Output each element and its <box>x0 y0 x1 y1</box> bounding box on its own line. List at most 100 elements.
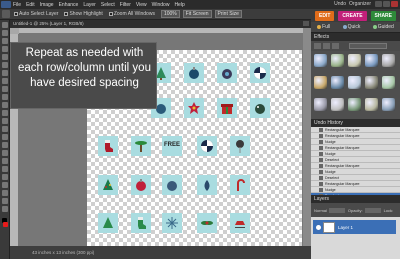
zoom-tool-icon[interactable] <box>2 10 10 18</box>
zoom-tool-icon[interactable] <box>1 30 8 36</box>
background-color-swatch[interactable] <box>3 222 8 227</box>
smart-brush-tool-icon[interactable] <box>1 158 8 164</box>
menu-help[interactable]: Help <box>174 2 184 8</box>
red-eye-tool-icon[interactable] <box>1 118 8 124</box>
tab-quick[interactable]: Quick <box>342 24 360 30</box>
tile-bauble-6[interactable] <box>162 175 182 195</box>
layers-panel-header[interactable]: Layers <box>311 195 400 203</box>
menu-file[interactable]: File <box>13 2 21 8</box>
effect-thumbnail[interactable] <box>348 76 361 89</box>
undo-button[interactable]: Undo <box>334 1 346 7</box>
minimize-icon[interactable] <box>375 1 382 7</box>
effects-category-select[interactable] <box>349 43 387 49</box>
close-icon[interactable] <box>303 21 309 26</box>
tile-tree-2[interactable] <box>98 175 118 195</box>
layer-row[interactable]: Layer 1 <box>313 220 396 234</box>
effect-thumbnail[interactable] <box>348 98 361 111</box>
effect-thumbnail[interactable] <box>314 54 327 67</box>
100-percent-button[interactable]: 100% <box>160 10 180 18</box>
tile-palm-tree[interactable] <box>131 136 151 156</box>
tab-guided[interactable]: Guided <box>372 24 394 30</box>
tile-holly[interactable] <box>197 213 217 233</box>
blur-tool-icon[interactable] <box>1 190 8 196</box>
healing-brush-tool-icon[interactable] <box>1 126 8 132</box>
effect-thumbnail[interactable] <box>382 76 395 89</box>
undo-history-header[interactable]: Undo History <box>311 119 400 127</box>
eye-icon[interactable] <box>316 224 321 230</box>
tile-stocking[interactable] <box>98 136 118 156</box>
opacity-field[interactable] <box>364 207 381 213</box>
tab-share[interactable]: SHARE <box>370 10 397 21</box>
effect-thumbnail[interactable] <box>382 98 395 111</box>
tile-tree-3[interactable] <box>98 213 118 233</box>
shape-tool-icon[interactable] <box>1 182 8 188</box>
straighten-tool-icon[interactable] <box>1 110 8 116</box>
zoom-all-option[interactable]: Zoom All Windows <box>108 11 155 17</box>
vertical-scrollbar[interactable] <box>303 28 311 246</box>
fit-screen-button[interactable]: Fit Screen <box>182 10 212 18</box>
effect-thumbnail[interactable] <box>348 54 361 67</box>
sponge-tool-icon[interactable] <box>1 198 8 204</box>
close-icon[interactable] <box>391 1 398 7</box>
cookie-cutter-tool-icon[interactable] <box>1 102 8 108</box>
organizer-button[interactable]: Organizer <box>349 1 371 7</box>
tile-candy-cane[interactable] <box>230 175 250 195</box>
show-highlight-option[interactable]: Show Highlight <box>64 11 103 17</box>
tile-snowflake[interactable] <box>162 213 182 233</box>
menu-layer[interactable]: Layer <box>83 2 96 8</box>
pencil-tool-icon[interactable] <box>1 206 8 212</box>
tile-bauble[interactable] <box>184 63 204 83</box>
effect-thumbnail[interactable] <box>382 54 395 67</box>
effect-thumbnail[interactable] <box>331 54 344 67</box>
checkbox-icon[interactable] <box>14 12 18 16</box>
filters-icon[interactable] <box>314 43 321 49</box>
paint-bucket-tool-icon[interactable] <box>1 166 8 172</box>
tile-bauble-2[interactable] <box>217 63 237 83</box>
gradient-tool-icon[interactable] <box>1 174 8 180</box>
tile-present[interactable] <box>217 98 237 118</box>
eyedropper-tool-icon[interactable] <box>1 46 8 52</box>
maximize-icon[interactable] <box>383 1 390 7</box>
menu-view[interactable]: View <box>136 2 147 8</box>
type-tool-icon[interactable] <box>1 86 8 92</box>
menu-window[interactable]: Window <box>152 2 170 8</box>
effect-thumbnail[interactable] <box>365 54 378 67</box>
menu-filter[interactable]: Filter <box>120 2 131 8</box>
effect-thumbnail[interactable] <box>314 76 327 89</box>
menu-select[interactable]: Select <box>101 2 115 8</box>
tile-bauble-5[interactable] <box>131 175 151 195</box>
effects-panel-header[interactable]: Effects <box>311 33 400 41</box>
tab-edit[interactable]: EDIT <box>314 10 335 21</box>
menu-enhance[interactable]: Enhance <box>59 2 79 8</box>
crop-tool-icon[interactable] <box>1 94 8 100</box>
marquee-tool-icon[interactable] <box>1 54 8 60</box>
checkbox-icon[interactable] <box>108 12 113 16</box>
tab-create[interactable]: CREATE <box>338 10 367 21</box>
tile-poinsettia[interactable] <box>184 98 204 118</box>
tab-full[interactable]: Full <box>317 24 330 30</box>
menu-edit[interactable]: Edit <box>26 2 35 8</box>
effect-thumbnail[interactable] <box>331 76 344 89</box>
effect-thumbnail[interactable] <box>365 76 378 89</box>
menu-image[interactable]: Image <box>40 2 54 8</box>
effect-thumbnail[interactable] <box>365 98 378 111</box>
clone-stamp-tool-icon[interactable] <box>1 134 8 140</box>
photo-effects-icon[interactable] <box>332 43 339 49</box>
effect-thumbnail[interactable] <box>331 98 344 111</box>
tile-sleigh[interactable] <box>230 213 250 233</box>
eraser-tool-icon[interactable] <box>1 142 8 148</box>
move-tool-icon[interactable] <box>1 22 8 28</box>
checkbox-icon[interactable] <box>64 12 69 16</box>
effect-thumbnail[interactable] <box>314 98 327 111</box>
tile-peppermint[interactable] <box>250 63 270 83</box>
hand-tool-icon[interactable] <box>1 38 8 44</box>
tile-free[interactable]: FREE <box>162 136 182 156</box>
tile-stocking-2[interactable] <box>131 213 151 233</box>
brush-tool-icon[interactable] <box>1 150 8 156</box>
magic-wand-tool-icon[interactable] <box>1 70 8 76</box>
tile-bauble-4[interactable] <box>250 98 270 118</box>
layer-styles-icon[interactable] <box>323 43 330 49</box>
lasso-tool-icon[interactable] <box>1 62 8 68</box>
tile-peppermint-2[interactable] <box>197 136 217 156</box>
quick-selection-tool-icon[interactable] <box>1 78 8 84</box>
